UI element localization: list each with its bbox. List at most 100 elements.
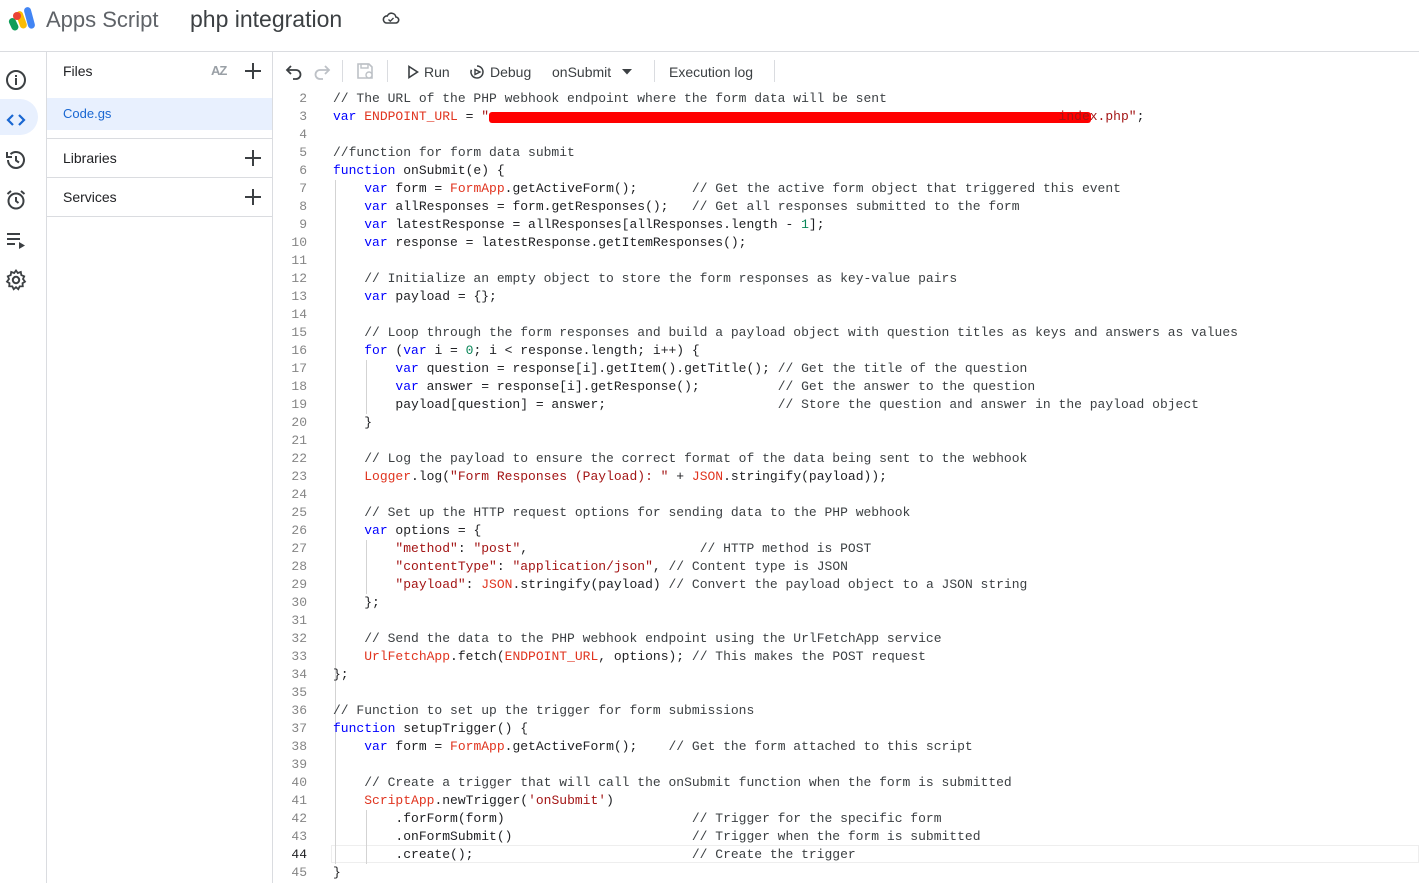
code-line[interactable]: 8 var allResponses = form.getResponses()… xyxy=(273,198,1419,216)
code-line[interactable]: 19 payload[question] = answer; // Store … xyxy=(273,396,1419,414)
code-line[interactable]: 2 // The URL of the PHP webhook endpoint … xyxy=(273,90,1419,108)
app-name[interactable]: Apps Script xyxy=(46,7,159,33)
files-panel: Files AZ Code.gs Libraries Services xyxy=(47,52,273,883)
add-library-plus-icon[interactable] xyxy=(244,149,262,167)
code-line[interactable]: 42 .forForm(form) // Trigger for the spe… xyxy=(273,810,1419,828)
code-line[interactable]: 12 // Initialize an empty object to stor… xyxy=(273,270,1419,288)
project-title[interactable]: php integration xyxy=(190,6,342,33)
code-line[interactable]: 7 var form = FormApp.getActiveForm(); //… xyxy=(273,180,1419,198)
code-line[interactable]: 30 }; xyxy=(273,594,1419,612)
code-line[interactable]: 25 // Set up the HTTP request options fo… xyxy=(273,504,1419,522)
code-line[interactable]: 9 var latestResponse = allResponses[allR… xyxy=(273,216,1419,234)
line-number: 29 xyxy=(291,577,307,592)
code-line[interactable]: 35 xyxy=(273,684,1419,702)
line-number: 40 xyxy=(291,775,307,790)
line-number: 14 xyxy=(291,307,307,322)
run-button[interactable]: Run xyxy=(407,62,450,82)
code-editor[interactable]: 2 // The URL of the PHP webhook endpoint … xyxy=(273,90,1419,883)
overview-info-icon[interactable] xyxy=(4,68,28,92)
code-line[interactable]: 26 var options = { xyxy=(273,522,1419,540)
files-header: Files AZ xyxy=(47,52,272,90)
line-number: 10 xyxy=(291,235,307,250)
code-line[interactable]: 24 xyxy=(273,486,1419,504)
code-line[interactable]: 44 .create(); // Create the trigger xyxy=(273,846,1419,864)
editor-code-icon[interactable] xyxy=(4,108,28,132)
redo-icon[interactable] xyxy=(313,62,331,80)
code-text: var form = FormApp.getActiveForm(); // G… xyxy=(364,739,973,754)
code-text: // The URL of the PHP webhook endpoint w… xyxy=(333,91,887,106)
triggers-alarm-icon[interactable] xyxy=(4,188,28,212)
settings-gear-icon[interactable] xyxy=(4,268,28,292)
code-line[interactable]: 10 var response = latestResponse.getItem… xyxy=(273,234,1419,252)
code-line[interactable]: 13 var payload = {}; xyxy=(273,288,1419,306)
code-line[interactable]: 32 // Send the data to the PHP webhook e… xyxy=(273,630,1419,648)
code-line[interactable]: 5 //function for form data submit xyxy=(273,144,1419,162)
add-service-plus-icon[interactable] xyxy=(244,188,262,206)
code-line[interactable]: 36 // Function to set up the trigger for … xyxy=(273,702,1419,720)
line-number: 19 xyxy=(291,397,307,412)
code-line[interactable]: 28 "contentType": "application/json", //… xyxy=(273,558,1419,576)
line-number: 44 xyxy=(291,847,307,862)
code-line[interactable]: 4 xyxy=(273,126,1419,144)
code-line[interactable]: 43 .onFormSubmit() // Trigger when the f… xyxy=(273,828,1419,846)
add-file-plus-icon[interactable] xyxy=(244,62,262,80)
code-text: var latestResponse = allResponses[allRes… xyxy=(364,217,825,232)
code-line[interactable]: 17 var question = response[i].getItem().… xyxy=(273,360,1419,378)
function-select-value: onSubmit xyxy=(552,64,612,80)
code-text: var options = { xyxy=(364,523,482,538)
code-line[interactable]: 33 UrlFetchApp.fetch(ENDPOINT_URL, optio… xyxy=(273,648,1419,666)
code-line[interactable]: 15 // Loop through the form responses an… xyxy=(273,324,1419,342)
cloud-saved-icon[interactable] xyxy=(382,10,400,26)
code-line[interactable]: 40 // Create a trigger that will call th… xyxy=(273,774,1419,792)
sort-files-icon[interactable]: AZ xyxy=(211,63,227,78)
code-line[interactable]: 39 xyxy=(273,756,1419,774)
code-line[interactable]: 6 function onSubmit(e) { xyxy=(273,162,1419,180)
file-item-code-gs[interactable]: Code.gs xyxy=(47,98,272,130)
code-line[interactable]: 11 xyxy=(273,252,1419,270)
code-line[interactable]: 16 for (var i = 0; i < response.length; … xyxy=(273,342,1419,360)
code-text: }; xyxy=(333,595,380,610)
code-line[interactable]: 14 xyxy=(273,306,1419,324)
line-number: 22 xyxy=(291,451,307,466)
project-history-icon[interactable] xyxy=(4,148,28,172)
code-line[interactable]: 29 "payload": JSON.stringify(payload) //… xyxy=(273,576,1419,594)
code-line[interactable]: 37 function setupTrigger() { xyxy=(273,720,1419,738)
code-text: var allResponses = form.getResponses(); … xyxy=(364,199,1020,214)
chevron-down-icon xyxy=(622,69,633,75)
code-line[interactable]: 23 Logger.log("Form Responses (Payload):… xyxy=(273,468,1419,486)
code-line[interactable]: 41 ScriptApp.newTrigger('onSubmit') xyxy=(273,792,1419,810)
line-number: 5 xyxy=(299,145,307,160)
code-text: var response = latestResponse.getItemRes… xyxy=(364,235,747,250)
code-line[interactable]: 3 var ENDPOINT_URL = " index.php"; xyxy=(273,108,1419,126)
line-number: 2 xyxy=(299,91,307,106)
code-line[interactable]: 34}; xyxy=(273,666,1419,684)
line-number: 43 xyxy=(291,829,307,844)
debug-icon xyxy=(470,65,484,79)
code-line[interactable]: 31 xyxy=(273,612,1419,630)
code-line[interactable]: 27 "method": "post", // HTTP method is P… xyxy=(273,540,1419,558)
code-line[interactable]: 18 var answer = response[i].getResponse(… xyxy=(273,378,1419,396)
line-number: 23 xyxy=(291,469,307,484)
line-number: 8 xyxy=(299,199,307,214)
execution-log-button[interactable]: Execution log xyxy=(669,62,753,82)
code-line[interactable]: 22 // Log the payload to ensure the corr… xyxy=(273,450,1419,468)
code-text: "payload": JSON.stringify(payload) // Co… xyxy=(395,577,1028,592)
executions-list-icon[interactable] xyxy=(4,228,28,252)
code-line[interactable]: 21 xyxy=(273,432,1419,450)
line-number: 3 xyxy=(299,109,307,124)
line-number: 32 xyxy=(291,631,307,646)
code-line[interactable]: 45} xyxy=(273,864,1419,882)
code-line[interactable]: 20 } xyxy=(273,414,1419,432)
toolbar-separator xyxy=(387,60,388,82)
function-select-dropdown[interactable]: onSubmit xyxy=(552,62,638,82)
code-line[interactable]: 38 var form = FormApp.getActiveForm(); /… xyxy=(273,738,1419,756)
libraries-header[interactable]: Libraries xyxy=(47,138,272,176)
line-number: 17 xyxy=(291,361,307,376)
debug-button[interactable]: Debug xyxy=(469,62,531,82)
line-number: 11 xyxy=(291,253,307,268)
line-number: 25 xyxy=(291,505,307,520)
save-project-icon[interactable] xyxy=(355,61,375,81)
undo-icon[interactable] xyxy=(285,62,303,80)
services-header[interactable]: Services xyxy=(47,177,272,215)
code-text: } xyxy=(333,865,341,880)
